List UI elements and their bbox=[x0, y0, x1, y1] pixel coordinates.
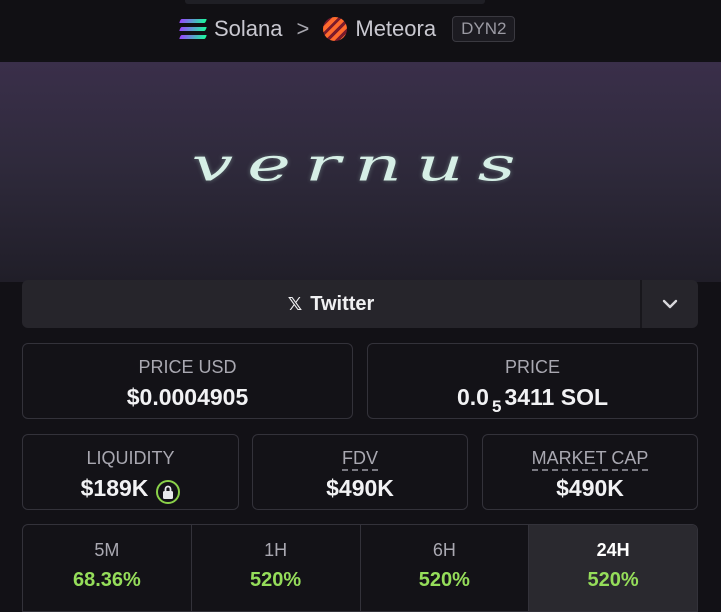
period-change: 520% bbox=[587, 569, 639, 591]
market-cap-value: $490K bbox=[556, 475, 624, 501]
lock-icon[interactable] bbox=[156, 480, 181, 504]
period-label: 6H bbox=[432, 540, 456, 560]
more-links-button[interactable] bbox=[642, 280, 698, 328]
market-cap-label[interactable]: MARKET CAP bbox=[531, 448, 649, 471]
breadcrumb-chain[interactable]: Solana bbox=[214, 16, 283, 42]
period-change: 520% bbox=[418, 569, 470, 591]
liquidity-card: LIQUIDITY $189K bbox=[22, 434, 239, 510]
solana-icon bbox=[179, 19, 207, 39]
fdv-card: FDV $490K bbox=[252, 434, 468, 510]
period-change: 68.36% bbox=[72, 569, 141, 591]
market-cap-card: MARKET CAP $490K bbox=[482, 434, 698, 510]
period-label: 24H bbox=[596, 540, 630, 560]
price-native-prefix: 0.0 bbox=[456, 384, 489, 410]
tab-24h[interactable]: 24H 520% bbox=[529, 525, 697, 611]
period-change: 520% bbox=[250, 569, 302, 591]
price-native-suffix: 3411 SOL bbox=[504, 384, 609, 410]
x-icon: 𝕏 bbox=[287, 293, 303, 314]
tab-5m[interactable]: 5M 68.36% bbox=[23, 525, 192, 611]
liquidity-label: LIQUIDITY bbox=[86, 448, 175, 468]
breadcrumb: Solana > Meteora DYN2 bbox=[179, 12, 516, 46]
price-native-card: PRICE 0.0 5 3411 SOL bbox=[367, 343, 698, 419]
twitter-label: Twitter bbox=[310, 292, 375, 315]
token-banner: vernus bbox=[0, 62, 721, 282]
fdv-label[interactable]: FDV bbox=[342, 448, 378, 471]
price-change-tabs: 5M 68.36% 1H 520% 6H 520% 24H 520% bbox=[22, 524, 698, 612]
period-label: 5M bbox=[94, 540, 120, 560]
twitter-button[interactable]: 𝕏 Twitter bbox=[22, 280, 642, 328]
top-bar: Solana > Meteora DYN2 bbox=[0, 0, 721, 60]
chevron-down-icon bbox=[662, 299, 678, 309]
period-label: 1H bbox=[264, 540, 288, 560]
tab-1h[interactable]: 1H 520% bbox=[192, 525, 361, 611]
fdv-value: $490K bbox=[326, 475, 394, 501]
price-native-zero-count: 5 bbox=[491, 397, 502, 416]
links-bar: 𝕏 Twitter bbox=[22, 280, 698, 328]
liquidity-value: $189K bbox=[80, 475, 149, 501]
price-native-label: PRICE bbox=[504, 357, 560, 377]
breadcrumb-dex[interactable]: Meteora bbox=[355, 16, 436, 42]
meteora-icon bbox=[323, 17, 348, 41]
banner-logo-text: vernus bbox=[191, 138, 530, 192]
cropped-title bbox=[185, 0, 485, 4]
tab-6h[interactable]: 6H 520% bbox=[361, 525, 530, 611]
price-usd-label: PRICE USD bbox=[138, 357, 237, 377]
price-usd-card: PRICE USD $0.0004905 bbox=[22, 343, 353, 419]
pool-type-badge: DYN2 bbox=[452, 16, 516, 42]
price-usd-value: $0.0004905 bbox=[126, 384, 249, 410]
breadcrumb-separator: > bbox=[296, 16, 310, 41]
